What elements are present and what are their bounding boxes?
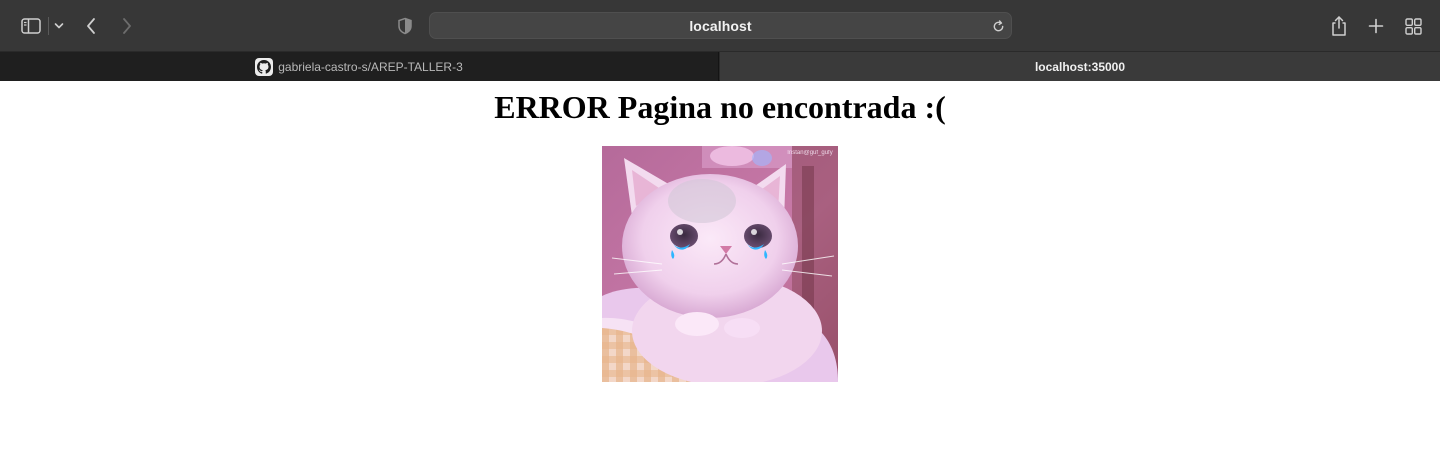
sidebar-icon [21, 18, 41, 34]
sidebar-toggle-button[interactable] [19, 14, 43, 38]
tab-overview-button[interactable] [1401, 14, 1425, 38]
browser-toolbar: localhost [0, 0, 1440, 52]
page-content: ERROR Pagina no encontrada :(Instan@guf… [0, 81, 1440, 474]
tab-label: gabriela-castro-s/AREP-TALLER-3 [278, 59, 463, 74]
tab-strip: gabriela-castro-s/AREP-TALLER-3 localhos… [0, 52, 1440, 81]
sidebar-menu-button[interactable] [51, 14, 67, 38]
reload-icon [993, 20, 1004, 32]
share-icon [1332, 16, 1346, 36]
svg-text:Instan@guf_gufy: Instan@guf_gufy [787, 150, 832, 156]
crying-cat-image: Instan@guf_gufy [602, 146, 838, 382]
chevron-down-icon [54, 23, 64, 29]
tab-localhost[interactable]: localhost:35000 [720, 52, 1440, 81]
tab-overview-icon [1404, 17, 1422, 35]
back-icon [87, 18, 95, 34]
share-button[interactable] [1328, 14, 1350, 38]
tab-label: localhost:35000 [1034, 59, 1126, 74]
privacy-report-button[interactable] [395, 14, 415, 38]
shield-icon [398, 17, 412, 35]
address-text: localhost [689, 17, 752, 34]
toolbar-divider [48, 17, 49, 35]
forward-icon [123, 18, 131, 34]
tab-github[interactable]: gabriela-castro-s/AREP-TALLER-3 [0, 52, 719, 81]
page-title: ERROR Pagina no encontrada :( [494, 89, 946, 125]
address-bar[interactable]: localhost [429, 12, 1012, 39]
reload-button[interactable] [990, 18, 1007, 35]
github-icon [255, 57, 274, 76]
back-button[interactable] [80, 14, 102, 38]
plus-icon [1368, 18, 1384, 34]
new-tab-button[interactable] [1364, 14, 1388, 38]
forward-button[interactable] [116, 14, 138, 38]
